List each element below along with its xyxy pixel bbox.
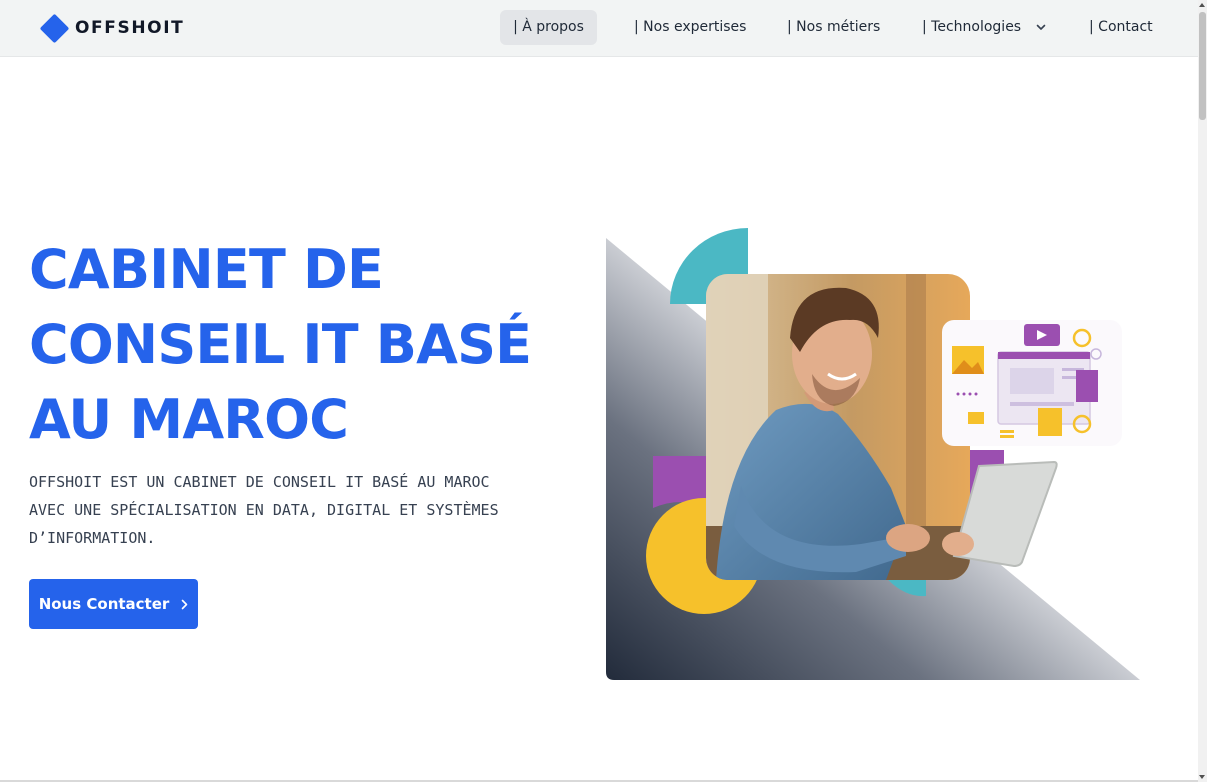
- web-design-ui-card: [942, 320, 1122, 446]
- hero-description: OFFSHOIT EST UN CABINET DE CONSEIL IT BA…: [29, 468, 569, 552]
- photo-man-with-tablet: [706, 274, 970, 580]
- nav-item-nos-metiers[interactable]: | Nos métiers: [787, 10, 880, 45]
- hero-title: CABINET DE CONSEIL IT BASÉ AU MAROC: [29, 232, 589, 457]
- nav-item-label: | Technologies: [922, 19, 1022, 35]
- scroll-down-arrow-icon[interactable]: [1199, 775, 1205, 779]
- nav-item-label: | Nos métiers: [787, 19, 881, 35]
- contact-us-button[interactable]: Nous Contacter: [29, 579, 198, 629]
- hero-description-line: OFFSHOIT EST UN CABINET DE CONSEIL IT BA…: [29, 473, 490, 491]
- nav-item-nos-expertises[interactable]: | Nos expertises: [634, 10, 746, 45]
- nav-item-label: | Contact: [1089, 19, 1153, 35]
- scroll-up-arrow-icon[interactable]: [1199, 3, 1205, 7]
- chevron-down-icon: [1036, 24, 1045, 30]
- hero-description-line: AVEC UNE SPÉCIALISATION EN DATA, DIGITAL…: [29, 501, 499, 519]
- nav-item-label: | À propos: [513, 19, 584, 35]
- nav-item-label: | Nos expertises: [634, 19, 747, 35]
- hero-title-line: AU MAROC: [29, 388, 349, 451]
- contact-us-button-label: Nous Contacter: [38, 595, 170, 613]
- hero-title-line: CONSEIL IT BASÉ: [29, 313, 532, 376]
- main-nav: | À propos | Nos expertises | Nos métier…: [0, 0, 1198, 57]
- nav-item-contact[interactable]: | Contact: [1089, 10, 1153, 45]
- nav-item-technologies[interactable]: | Technologies: [922, 10, 1046, 45]
- chevron-right-icon: [181, 599, 188, 609]
- nav-item-a-propos[interactable]: | À propos: [500, 10, 597, 45]
- site-header: OFFSHOIT | À propos | Nos expertises | N…: [0, 0, 1198, 57]
- scrollbar-thumb[interactable]: [1199, 12, 1206, 120]
- man-with-tablet-illustration: [606, 228, 1140, 680]
- scrollbar[interactable]: [1198, 0, 1207, 782]
- hero-description-line: D’INFORMATION.: [29, 529, 156, 547]
- hero-title-line: CABINET DE: [29, 238, 384, 301]
